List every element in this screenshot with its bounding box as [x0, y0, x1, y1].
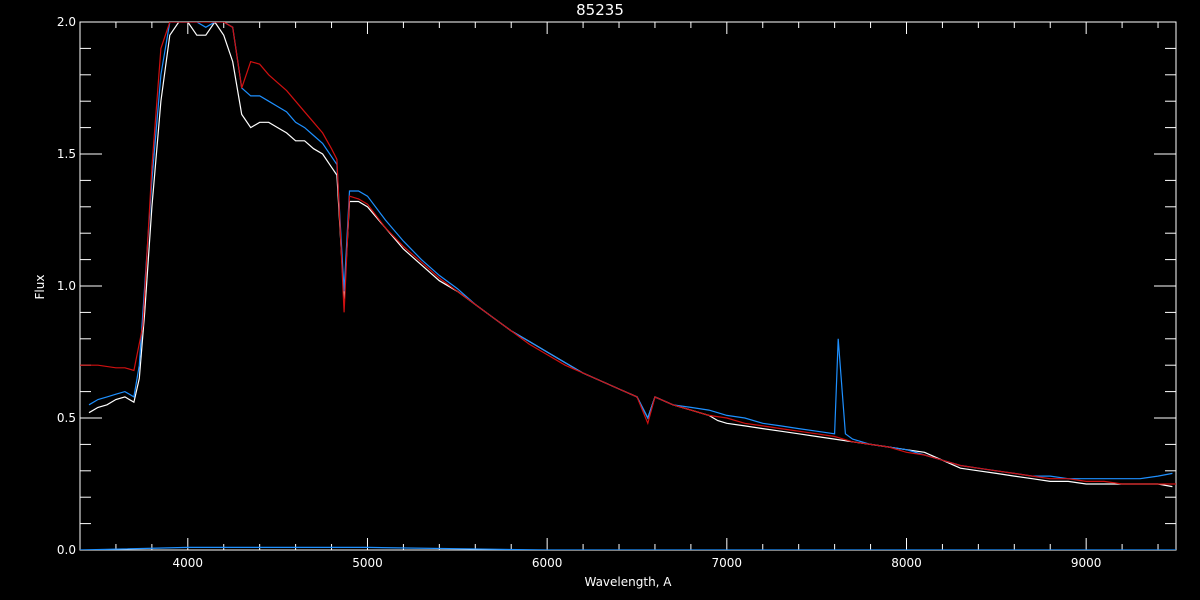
y-tick-label: 0.0	[57, 543, 76, 557]
x-tick-label: 9000	[1071, 556, 1102, 570]
plot-frame	[79, 21, 1177, 551]
y-axis-label: Flux	[33, 274, 47, 300]
axis-ticks: 4000 5000 6000 7000 8000 90000.00.51.01.52.0	[57, 15, 1176, 570]
series-line-2	[80, 22, 1176, 485]
y-tick-label: 0.5	[57, 411, 76, 425]
chart-title: 85235	[576, 1, 624, 19]
spectrum-chart: 4000 5000 6000 7000 8000 90000.00.51.01.52.0	[57, 15, 1177, 570]
x-tick-label: 5000	[352, 556, 383, 570]
x-tick-label: 6000	[532, 556, 563, 570]
y-tick-label: 1.0	[57, 279, 76, 293]
series-group	[80, 22, 1176, 550]
x-tick-label: 4000	[173, 556, 204, 570]
series-line-0	[88, 22, 1173, 488]
x-tick-label: 8000	[891, 556, 922, 570]
x-axis-label: Wavelength, A	[584, 575, 672, 589]
x-tick-label: 7000	[712, 556, 743, 570]
series-line-1	[88, 22, 1173, 480]
y-tick-label: 1.5	[57, 147, 76, 161]
